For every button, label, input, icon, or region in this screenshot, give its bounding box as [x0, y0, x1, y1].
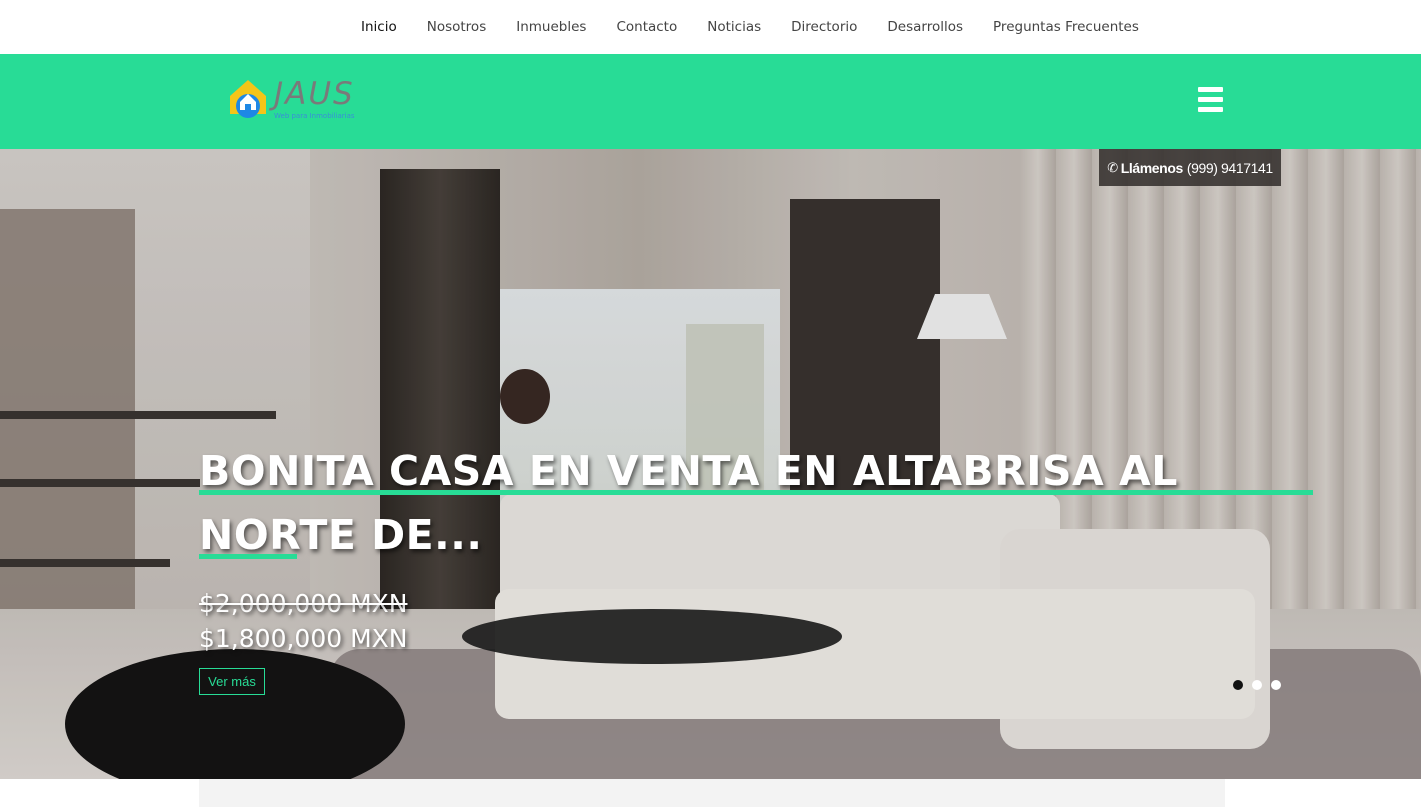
slider-dots [1233, 680, 1290, 690]
call-us-badge[interactable]: ✆ Llámenos (999) 9417141 [1099, 149, 1281, 186]
hero-slider: ✆ Llámenos (999) 9417141 BONITA CASA EN … [0, 149, 1421, 779]
slider-dot-2[interactable] [1252, 680, 1262, 690]
slider-dot-1[interactable] [1233, 680, 1243, 690]
call-number: (999) 9417141 [1186, 159, 1273, 176]
top-navigation: Inicio Nosotros Inmuebles Contacto Notic… [0, 0, 1421, 54]
slide-title[interactable]: BONITA CASA EN VENTA EN ALTABRISA AL NOR… [199, 439, 1319, 567]
house-logo-icon [230, 80, 266, 118]
nav-item-inicio[interactable]: Inicio [361, 19, 397, 35]
nav-item-contacto[interactable]: Contacto [616, 19, 677, 35]
hamburger-menu-icon[interactable] [1198, 87, 1226, 115]
hamburger-bar [1198, 97, 1223, 102]
hamburger-bar [1198, 107, 1223, 112]
new-price: $1,800,000 MXN [199, 624, 408, 653]
ver-mas-button[interactable]: Ver más [199, 668, 265, 695]
old-price: $2,000,000 MXN [199, 589, 408, 618]
nav-item-desarrollos[interactable]: Desarrollos [887, 19, 963, 35]
hamburger-bar [1198, 87, 1223, 92]
slider-dot-3[interactable] [1271, 680, 1281, 690]
content-section [199, 779, 1225, 807]
title-underline [199, 490, 1313, 495]
nav-item-directorio[interactable]: Directorio [791, 19, 857, 35]
logo-text: JAUS [274, 76, 355, 112]
nav-item-preguntas-frecuentes[interactable]: Preguntas Frecuentes [993, 19, 1139, 35]
site-header: JAUS Web para Inmobiliarias [0, 54, 1421, 149]
nav-menu: Inicio Nosotros Inmuebles Contacto Notic… [346, 0, 1154, 54]
nav-item-nosotros[interactable]: Nosotros [427, 19, 487, 35]
site-logo[interactable]: JAUS Web para Inmobiliarias [228, 76, 368, 126]
call-label: Llámenos [1120, 159, 1184, 176]
phone-icon: ✆ [1107, 159, 1118, 175]
title-underline [199, 554, 297, 559]
logo-tagline: Web para Inmobiliarias [274, 112, 355, 120]
nav-item-inmuebles[interactable]: Inmuebles [516, 19, 586, 35]
nav-item-noticias[interactable]: Noticias [707, 19, 761, 35]
